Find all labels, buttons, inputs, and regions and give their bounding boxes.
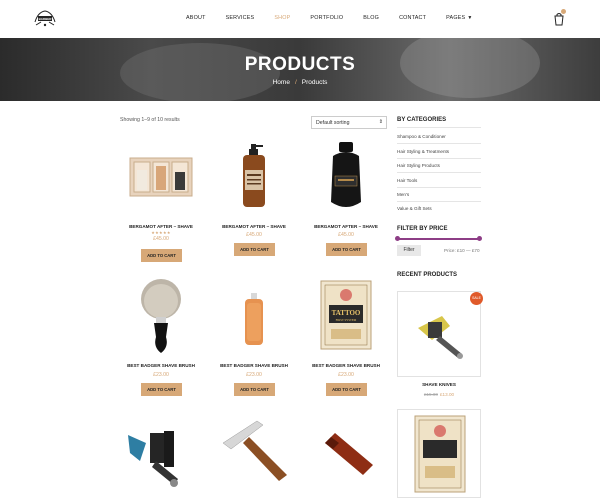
main-nav: ABOUT SERVICES SHOP PORTFOLIO BLOG CONTA… bbox=[186, 15, 512, 21]
product-price: £23.00 bbox=[153, 372, 169, 378]
add-to-cart-button[interactable]: ADD TO CART bbox=[326, 383, 367, 396]
add-to-cart-button[interactable]: ADD TO CART bbox=[141, 249, 182, 262]
recent-product-card[interactable] bbox=[397, 409, 481, 498]
product-name[interactable]: BERGAMOT AFTER – SHAVE bbox=[209, 224, 299, 229]
category-link[interactable]: Value & Gift Sets bbox=[397, 206, 432, 211]
add-to-cart-button[interactable]: ADD TO CART bbox=[141, 383, 182, 396]
nav-pages[interactable]: PAGES ▼ bbox=[446, 15, 492, 21]
nav-blog[interactable]: BLOG bbox=[363, 15, 379, 21]
nav-shop[interactable]: SHOP bbox=[274, 15, 290, 21]
product-price: £45.00 bbox=[153, 236, 169, 242]
site-header: BARBER ABOUT SERVICES SHOP PORTFOLIO BLO… bbox=[0, 0, 600, 38]
price-slider-track bbox=[395, 236, 482, 241]
category-link[interactable]: Hair Tools bbox=[397, 178, 417, 183]
recent-product-card[interactable] bbox=[397, 291, 481, 377]
nav-pages-label: PAGES bbox=[446, 15, 466, 21]
cart-button[interactable] bbox=[553, 9, 566, 26]
price-slider-min-handle[interactable] bbox=[395, 236, 400, 241]
nav-services[interactable]: SERVICES bbox=[226, 15, 255, 21]
divider bbox=[397, 127, 481, 128]
nav-contact[interactable]: CONTACT bbox=[399, 15, 426, 21]
breadcrumb: Home / Products bbox=[0, 79, 600, 86]
nav-about[interactable]: ABOUT bbox=[186, 15, 206, 21]
page-hero: PRODUCTS bbox=[0, 38, 600, 101]
categories-title: BY CATEGORIES bbox=[397, 117, 447, 123]
price-range-text: Price: £10 — £70 bbox=[444, 248, 480, 253]
divider bbox=[397, 143, 481, 144]
tattoo-box-label: TATTOO bbox=[332, 309, 361, 317]
chevron-down-icon: ▼ bbox=[467, 15, 473, 21]
breadcrumb-current: Products bbox=[301, 79, 328, 86]
product-name[interactable]: BERGAMOT AFTER – SHAVE bbox=[116, 224, 206, 229]
category-link[interactable]: Hair Styling & Treatments bbox=[397, 149, 449, 154]
price-slider-max-handle[interactable] bbox=[477, 236, 482, 241]
nav-portfolio[interactable]: PORTFOLIO bbox=[310, 15, 343, 21]
breadcrumb-home-link[interactable]: Home bbox=[273, 79, 290, 86]
category-link[interactable]: Hair Styling Products bbox=[397, 163, 440, 168]
product-rating: ★★★★★ bbox=[151, 230, 171, 235]
recent-products-title: RECENT PRODUCTS bbox=[397, 272, 458, 278]
category-link[interactable]: Men's bbox=[397, 192, 409, 197]
product-image[interactable] bbox=[209, 142, 299, 220]
product-image[interactable] bbox=[116, 279, 206, 357]
product-price: £45.00 bbox=[338, 232, 354, 238]
filter-button[interactable]: Filter bbox=[397, 245, 421, 256]
add-to-cart-button[interactable]: ADD TO CART bbox=[234, 383, 275, 396]
chevron-down-icon: ⇕ bbox=[378, 119, 383, 125]
product-price: £23.00 bbox=[338, 372, 354, 378]
product-image[interactable] bbox=[398, 292, 482, 378]
page-title: PRODUCTS bbox=[244, 54, 356, 75]
product-name[interactable]: BERGAMOT AFTER – SHAVE bbox=[301, 224, 391, 229]
product-price: £23.00 bbox=[246, 372, 262, 378]
product-image[interactable] bbox=[209, 413, 299, 491]
product-name[interactable]: BEST BADGER SHAVE BRUSH bbox=[301, 363, 391, 368]
sale-badge: SALE bbox=[470, 292, 483, 305]
product-image[interactable] bbox=[301, 413, 391, 491]
product-image[interactable]: TATTOO FIRST SYSTEM bbox=[301, 279, 391, 357]
filter-price-title: FILTER BY PRICE bbox=[397, 226, 448, 232]
recent-product-price: £15.00 £13.00 bbox=[397, 392, 481, 397]
product-image[interactable] bbox=[209, 279, 299, 357]
cart-icon bbox=[554, 13, 564, 26]
sort-select-value: Default sorting bbox=[316, 120, 350, 126]
cart-count-badge bbox=[561, 9, 566, 14]
product-image[interactable] bbox=[116, 413, 206, 491]
logo-text: BARBER bbox=[39, 17, 53, 21]
results-count: Showing 1–9 of 10 results bbox=[120, 117, 180, 123]
category-link[interactable]: Shampoo & Conditioner bbox=[397, 134, 446, 139]
logo-icon[interactable]: BARBER bbox=[32, 8, 58, 30]
tattoo-box-sublabel: FIRST SYSTEM bbox=[336, 318, 357, 322]
divider bbox=[397, 201, 481, 202]
old-price: £15.00 bbox=[423, 392, 438, 397]
sale-price: £13.00 bbox=[440, 392, 455, 397]
product-name[interactable]: BEST BADGER SHAVE BRUSH bbox=[209, 363, 299, 368]
sort-select[interactable]: Default sorting ⇕ bbox=[311, 116, 387, 129]
recent-product-name[interactable]: SHAVE KNIVES bbox=[397, 382, 481, 387]
add-to-cart-button[interactable]: ADD TO CART bbox=[234, 243, 275, 256]
product-price: £45.00 bbox=[246, 232, 262, 238]
divider bbox=[397, 187, 481, 188]
product-image[interactable] bbox=[398, 410, 482, 498]
divider bbox=[397, 158, 481, 159]
product-image[interactable] bbox=[116, 142, 206, 220]
breadcrumb-separator: / bbox=[294, 79, 297, 86]
product-name[interactable]: BEST BADGER SHAVE BRUSH bbox=[116, 363, 206, 368]
add-to-cart-button[interactable]: ADD TO CART bbox=[326, 243, 367, 256]
product-image[interactable] bbox=[301, 142, 391, 220]
divider bbox=[397, 172, 481, 173]
